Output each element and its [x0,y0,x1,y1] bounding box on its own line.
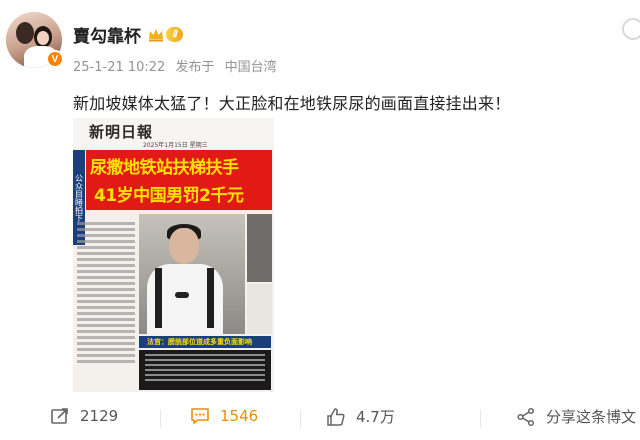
newspaper-caption: 法官：膀胱部位道成多重负面影响 [139,336,271,348]
repost-button[interactable]: 2129 [50,406,118,426]
post-timestamp[interactable]: 25-1-21 10:22 [73,60,165,75]
comment-count: 1546 [220,407,259,425]
post-location: 中国台湾 [224,60,277,75]
level-badge[interactable]: Ⅱ [148,26,192,43]
post-text: 新加坡媒体太猛了！大正脸和在地铁尿尿的画面直接挂出来！ [73,94,511,113]
newspaper-logo: 新明日報 [89,123,154,141]
post-meta: 25-1-21 10:22 发布于 中国台湾 [73,56,283,75]
share-icon [517,407,535,426]
repost-count: 2129 [80,407,119,425]
post-image[interactable]: 新明日報 2025年1月15日 星期三 公众目睹拍下 尿撒地铁站扶梯扶手 41岁… [73,118,274,392]
like-count: 4.7万 [356,408,395,426]
repost-icon [51,408,68,424]
published-from-label: 发布于 [175,60,215,75]
comment-icon [191,408,209,424]
level-label: Ⅱ [166,27,183,42]
newspaper-date: 2025年1月15日 星期三 [143,142,208,149]
share-button[interactable]: 分享这条博文 [516,406,636,427]
headline-line-2: 41岁中国男罚2千元 [94,186,244,206]
username[interactable]: 賣勾靠杯 [73,22,141,47]
newspaper-inset-caption [247,284,272,334]
comment-button[interactable]: 1546 [190,406,258,426]
newspaper-article-column [77,222,135,372]
newspaper-headline: 尿撒地铁站扶梯扶手 41岁中国男罚2千元 [86,150,272,210]
user-avatar[interactable]: V [6,12,64,68]
newspaper-masthead: 新明日報 2025年1月15日 星期三 [73,118,274,149]
share-label: 分享这条博文 [546,408,637,426]
like-button[interactable]: 4.7万 [326,406,395,427]
newspaper-inset-photo [247,214,272,282]
headline-line-1: 尿撒地铁站扶梯扶手 [90,158,239,178]
more-options-button[interactable] [622,18,640,40]
thumbs-up-icon [327,407,345,426]
verified-badge-icon: V [46,50,64,68]
crown-icon [149,28,163,41]
newspaper-photo [139,214,245,334]
action-bar: 2129 1546 4.7万 分享这条博文 [0,398,640,438]
newspaper-bottom-text [139,350,271,390]
